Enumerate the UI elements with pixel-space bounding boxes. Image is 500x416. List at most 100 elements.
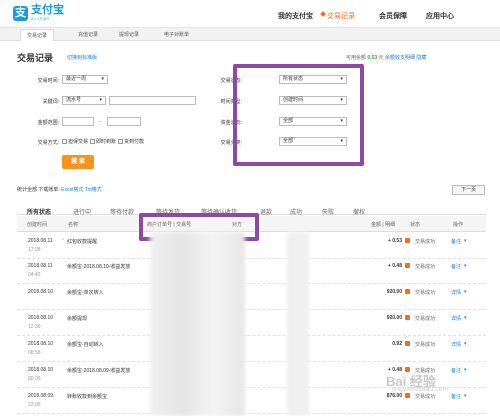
row-action-link[interactable]: 备注	[451, 367, 461, 374]
detail-icon[interactable]	[405, 263, 410, 268]
row-name: 转账收款到余额宝	[67, 394, 108, 400]
chevron-down-icon: ▾	[101, 76, 104, 82]
keyword-input[interactable]	[109, 96, 196, 105]
row-action-link[interactable]: 备注	[451, 263, 461, 270]
row-amount: 920.00	[386, 289, 402, 295]
row-status: 交易成功	[415, 316, 436, 322]
hide-balance-link[interactable]: 隐藏	[416, 55, 426, 61]
amount-max-input[interactable]	[107, 117, 141, 126]
tab-refund[interactable]: 退款	[260, 207, 272, 216]
row-status: 交易成功	[415, 394, 436, 400]
detail-icon[interactable]	[405, 393, 410, 398]
tab-success[interactable]: 成功	[290, 207, 302, 216]
trade-mode-label: 交易方式:	[37, 140, 59, 146]
chevron-down-icon: ▾	[464, 263, 467, 269]
sub-tab-bar	[0, 28, 500, 41]
row-date: 2018.08.10	[28, 289, 54, 295]
row-action-link[interactable]: 备注	[451, 393, 461, 400]
row-time: 08:58	[28, 350, 41, 356]
row-status: 交易成功	[415, 290, 436, 296]
row-amount: + 0.48	[387, 263, 402, 269]
checkbox-icon	[118, 139, 123, 145]
highlight-box-filters	[233, 64, 364, 166]
row-action-link[interactable]: 备注	[451, 238, 461, 245]
row-amount: 0.92	[392, 341, 402, 347]
col-name: 名称	[68, 222, 79, 228]
row-name: 红包收款提醒	[67, 239, 98, 245]
detail-icon[interactable]	[405, 238, 410, 243]
row-amount: 920.00	[386, 315, 402, 321]
subtab-transactions[interactable]: 交易记录	[20, 29, 55, 41]
detail-icon[interactable]	[405, 341, 410, 346]
row-name: 余额宝-2018.08.09-收益发放	[67, 368, 131, 374]
brand-subtitle: ALIPAY	[31, 16, 51, 21]
row-time: 04:42	[28, 272, 41, 278]
trade-time-label: 交易时间:	[37, 78, 59, 84]
row-time: 12:39	[28, 324, 41, 330]
brand-name: 支付宝	[31, 4, 64, 16]
row-name: 余额宝-自动转入	[67, 342, 104, 348]
amount-min-input[interactable]	[62, 117, 94, 126]
row-status: 交易成功	[415, 264, 436, 270]
keyword-type-select[interactable]: 流水号 ▾	[62, 96, 106, 105]
keyword-type-value: 流水号	[66, 97, 82, 103]
chevron-down-icon: ▾	[464, 367, 467, 373]
detail-icon[interactable]	[405, 315, 410, 320]
trade-time-value: 最近一周	[66, 76, 87, 82]
checkbox-instant[interactable]: 即时到账	[90, 138, 116, 145]
export-prefix: 统计全部 下载账单:	[17, 187, 60, 193]
redacted-area	[287, 232, 309, 416]
row-time: 05:06	[28, 376, 41, 382]
checkbox-icon	[62, 139, 67, 145]
row-date: 2018.08.11	[28, 238, 53, 244]
table-row: 2018.08.10 12:39 余额提现 920.00 交易成功 详情 ▾	[17, 310, 486, 336]
next-page-button[interactable]: 下一页	[452, 185, 485, 195]
detail-icon[interactable]	[405, 289, 410, 294]
row-action-link[interactable]: 详情	[451, 341, 461, 348]
search-button[interactable]: 搜 索	[62, 155, 94, 169]
row-amount: 876.00	[386, 393, 402, 399]
row-name: 余额提现	[67, 316, 88, 322]
subtab-statement[interactable]: 电子对账单	[164, 31, 189, 38]
row-date: 2018.08.10	[28, 341, 54, 347]
tab-in-progress[interactable]: 进行中	[73, 207, 91, 216]
alipay-logo-icon[interactable]: 支	[13, 6, 28, 21]
export-txt-link[interactable]: Txt格式	[85, 187, 102, 193]
row-time: 22:05	[28, 402, 41, 408]
checkbox-instant-label: 即时到账	[96, 139, 117, 145]
row-status: 交易成功	[415, 342, 436, 348]
switch-version-link[interactable]: 切换到标准版	[67, 54, 97, 61]
row-action-link[interactable]: 详情	[451, 289, 461, 296]
trade-time-select[interactable]: 最近一周 ▾	[62, 75, 108, 84]
table-row: 2018.08.11 17:28 红包收款提醒 + 0.53 交易成功 备注 ▾ ⌃	[17, 233, 486, 259]
balance-label: 可用余额	[346, 55, 367, 61]
nav-app-center[interactable]: 应用中心	[426, 11, 454, 21]
subtab-withdraw[interactable]: 提现记录	[119, 31, 139, 38]
chevron-down-icon: ▾	[464, 238, 467, 244]
balance-unit: 元	[378, 55, 384, 61]
col-amount: 金额 | 明细	[371, 222, 396, 228]
top-bar	[0, 0, 500, 28]
row-status: 交易成功	[415, 239, 436, 245]
redacted-area	[150, 232, 245, 416]
checkbox-escrow-label: 担保交易	[68, 139, 89, 145]
balance-value: 0.53	[367, 55, 378, 61]
balance-info: 可用余额 0.53 元 余额收支明细 隐藏	[346, 54, 426, 61]
export-bar: 统计全部 下载账单: Excel格式 Txt格式	[17, 186, 102, 193]
col-status: 状态	[410, 222, 421, 228]
nav-my-alipay[interactable]: 我的支付宝	[278, 11, 313, 21]
checkbox-cod[interactable]: 货到付款	[118, 138, 144, 145]
checkbox-escrow[interactable]: 担保交易	[62, 138, 88, 145]
chevron-down-icon: ▾	[464, 289, 467, 295]
tab-revoked[interactable]: 撤权	[353, 207, 365, 216]
tab-failed[interactable]: 失败	[322, 207, 334, 216]
row-action-link[interactable]: 详情	[451, 315, 461, 322]
balance-detail-link[interactable]: 余额收支明细	[385, 55, 415, 61]
nav-member-protection[interactable]: 会员保障	[379, 11, 407, 21]
export-excel-link[interactable]: Excel格式	[61, 187, 83, 193]
tab-awaiting-payment[interactable]: 等待付款	[110, 207, 134, 216]
nav-transactions[interactable]: 交易记录	[327, 11, 355, 21]
col-actions: 操作	[453, 222, 464, 228]
tab-all-status[interactable]: 所有状态	[27, 207, 51, 216]
subtab-recharge[interactable]: 充值记录	[78, 31, 98, 38]
